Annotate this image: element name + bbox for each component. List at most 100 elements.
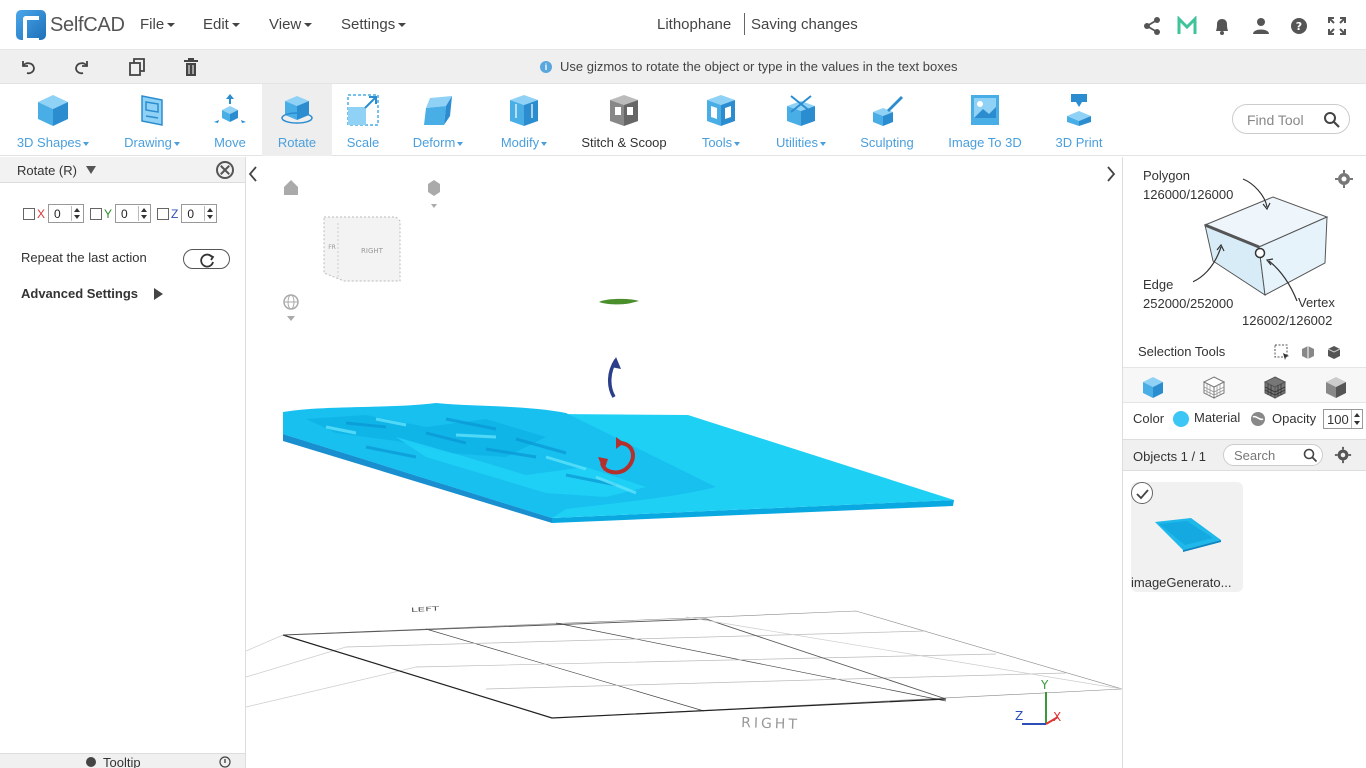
hint-message: i Use gizmos to rotate the object or typ… bbox=[540, 59, 957, 74]
selection-mode-diagram[interactable] bbox=[1193, 177, 1343, 302]
stepper-icon[interactable] bbox=[1351, 410, 1362, 428]
tool-image-to-3d[interactable]: Image To 3D bbox=[932, 84, 1038, 156]
object-thumbnail-card[interactable]: imageGenerato... bbox=[1131, 482, 1243, 592]
tool-scale[interactable]: Scale bbox=[332, 84, 394, 156]
color-swatch[interactable] bbox=[1173, 411, 1189, 427]
object-search-input[interactable]: Search bbox=[1223, 444, 1323, 466]
face-mode-icon[interactable] bbox=[1324, 375, 1348, 399]
x-axis-checkbox[interactable] bbox=[23, 207, 35, 220]
z-rotation-gizmo[interactable] bbox=[608, 357, 621, 398]
repeat-action-label: Repeat the last action bbox=[21, 250, 147, 265]
x-rotation-input[interactable]: 0 bbox=[48, 204, 85, 223]
fullscreen-icon[interactable] bbox=[1327, 16, 1347, 36]
delete-icon[interactable] bbox=[181, 57, 201, 77]
menu-settings[interactable]: Settings bbox=[341, 16, 407, 33]
lithophane-model[interactable] bbox=[283, 403, 954, 523]
appearance-row: Color Material Opacity 100 bbox=[1123, 403, 1366, 435]
box-select-icon[interactable] bbox=[1274, 344, 1290, 360]
tooltip-bar[interactable]: Tooltip bbox=[0, 753, 245, 768]
undo-icon[interactable] bbox=[18, 57, 38, 77]
tool-modify[interactable]: Modify bbox=[482, 84, 566, 156]
collapse-triangle-icon[interactable] bbox=[86, 166, 96, 174]
grid-label-front: RIGHT bbox=[741, 715, 800, 733]
grid-label-back: LEFT bbox=[411, 605, 440, 613]
gear-icon[interactable] bbox=[1334, 446, 1352, 464]
3d-viewport[interactable]: RIGHT FR LEFT RIGHT Y X Z bbox=[246, 157, 1122, 768]
collapse-right-icon[interactable] bbox=[1107, 166, 1116, 182]
object-thumbnail bbox=[1155, 518, 1221, 552]
m-logo-icon[interactable] bbox=[1177, 16, 1197, 36]
tool-stitch-scoop[interactable]: Stitch & Scoop bbox=[566, 84, 682, 156]
bell-icon[interactable] bbox=[1212, 16, 1232, 36]
stepper-icon[interactable] bbox=[71, 206, 82, 221]
redo-icon[interactable] bbox=[72, 57, 92, 77]
y-rotation-input[interactable]: 0 bbox=[115, 204, 152, 223]
svg-text:X: X bbox=[1053, 710, 1061, 724]
camera-mode-icon[interactable] bbox=[428, 180, 440, 208]
object-checkbox[interactable] bbox=[1131, 482, 1153, 504]
cube-face-right: RIGHT bbox=[361, 247, 384, 255]
document-title[interactable]: Lithophane bbox=[657, 16, 731, 33]
info-icon: i bbox=[540, 60, 552, 73]
collapse-left-icon[interactable] bbox=[248, 166, 257, 182]
chevron-down-icon bbox=[398, 23, 407, 28]
ground-grid bbox=[246, 610, 1122, 719]
view-cube[interactable]: RIGHT FR bbox=[323, 216, 401, 282]
tool-utilities[interactable]: Utilities bbox=[760, 84, 842, 156]
stepper-icon[interactable] bbox=[138, 206, 149, 221]
alert-icon[interactable] bbox=[219, 756, 231, 768]
tool-3d-print[interactable]: 3D Print bbox=[1038, 84, 1120, 156]
action-bar: i Use gizmos to rotate the object or typ… bbox=[0, 50, 1366, 84]
stepper-icon[interactable] bbox=[204, 206, 215, 221]
vertex-label: Vertex bbox=[1298, 295, 1335, 310]
home-view-icon[interactable] bbox=[284, 180, 298, 195]
edge-label: Edge bbox=[1143, 277, 1174, 292]
chevron-down-icon bbox=[167, 23, 176, 28]
y-rotation-gizmo[interactable] bbox=[599, 298, 639, 305]
tool-rotate[interactable]: Rotate bbox=[262, 84, 332, 156]
title-divider bbox=[744, 13, 745, 35]
object-mode-icon[interactable] bbox=[1141, 375, 1165, 399]
tool-deform[interactable]: Deform bbox=[394, 84, 482, 156]
expand-triangle-icon[interactable] bbox=[154, 288, 163, 300]
search-icon[interactable] bbox=[1323, 111, 1341, 129]
object-name: imageGenerato... bbox=[1131, 575, 1232, 590]
app-logo[interactable]: SelfCAD bbox=[16, 10, 125, 42]
tool-move[interactable]: Move bbox=[198, 84, 262, 156]
printer-icon bbox=[1067, 94, 1091, 126]
tool-tools[interactable]: Tools bbox=[682, 84, 760, 156]
edge-mode-icon[interactable] bbox=[1263, 375, 1287, 399]
info-icon bbox=[86, 757, 96, 767]
vertex-mode-icon[interactable] bbox=[1202, 375, 1226, 399]
vertex-count: 126002/126002 bbox=[1242, 313, 1333, 328]
tool-drawing[interactable]: Drawing bbox=[106, 84, 198, 156]
search-icon[interactable] bbox=[1303, 448, 1318, 463]
menu-edit[interactable]: Edit bbox=[203, 16, 240, 33]
help-icon[interactable]: ? bbox=[1289, 16, 1309, 36]
globe-icon[interactable] bbox=[283, 294, 299, 321]
panel-header: Rotate (R) bbox=[0, 157, 245, 183]
utilities-icon bbox=[787, 95, 815, 126]
tool-sculpting[interactable]: Sculpting bbox=[842, 84, 932, 156]
axis-triad: Y X Z bbox=[1015, 678, 1061, 725]
z-rotation-input[interactable]: 0 bbox=[181, 204, 218, 223]
menu-view[interactable]: View bbox=[269, 16, 313, 33]
checkmark-icon bbox=[1136, 489, 1149, 500]
user-icon[interactable] bbox=[1251, 16, 1271, 36]
find-tool-input[interactable]: Find Tool bbox=[1232, 104, 1350, 134]
y-axis-checkbox[interactable] bbox=[90, 207, 103, 220]
material-sphere-icon[interactable] bbox=[1250, 411, 1266, 427]
menu-file[interactable]: File bbox=[140, 16, 176, 33]
opacity-input[interactable]: 100 bbox=[1323, 409, 1363, 429]
share-icon[interactable] bbox=[1142, 16, 1162, 36]
material-label[interactable]: Material bbox=[1194, 410, 1240, 425]
select-visible-icon[interactable] bbox=[1326, 344, 1342, 360]
repeat-action-button[interactable] bbox=[183, 249, 230, 269]
copy-icon[interactable] bbox=[127, 57, 147, 77]
svg-text:Y: Y bbox=[1040, 678, 1049, 692]
advanced-settings-toggle[interactable]: Advanced Settings bbox=[21, 286, 138, 301]
select-through-icon[interactable] bbox=[1300, 344, 1316, 360]
tool-3d-shapes[interactable]: 3D Shapes bbox=[0, 84, 106, 156]
z-axis-checkbox[interactable] bbox=[157, 207, 170, 220]
close-panel-icon[interactable] bbox=[216, 161, 234, 179]
